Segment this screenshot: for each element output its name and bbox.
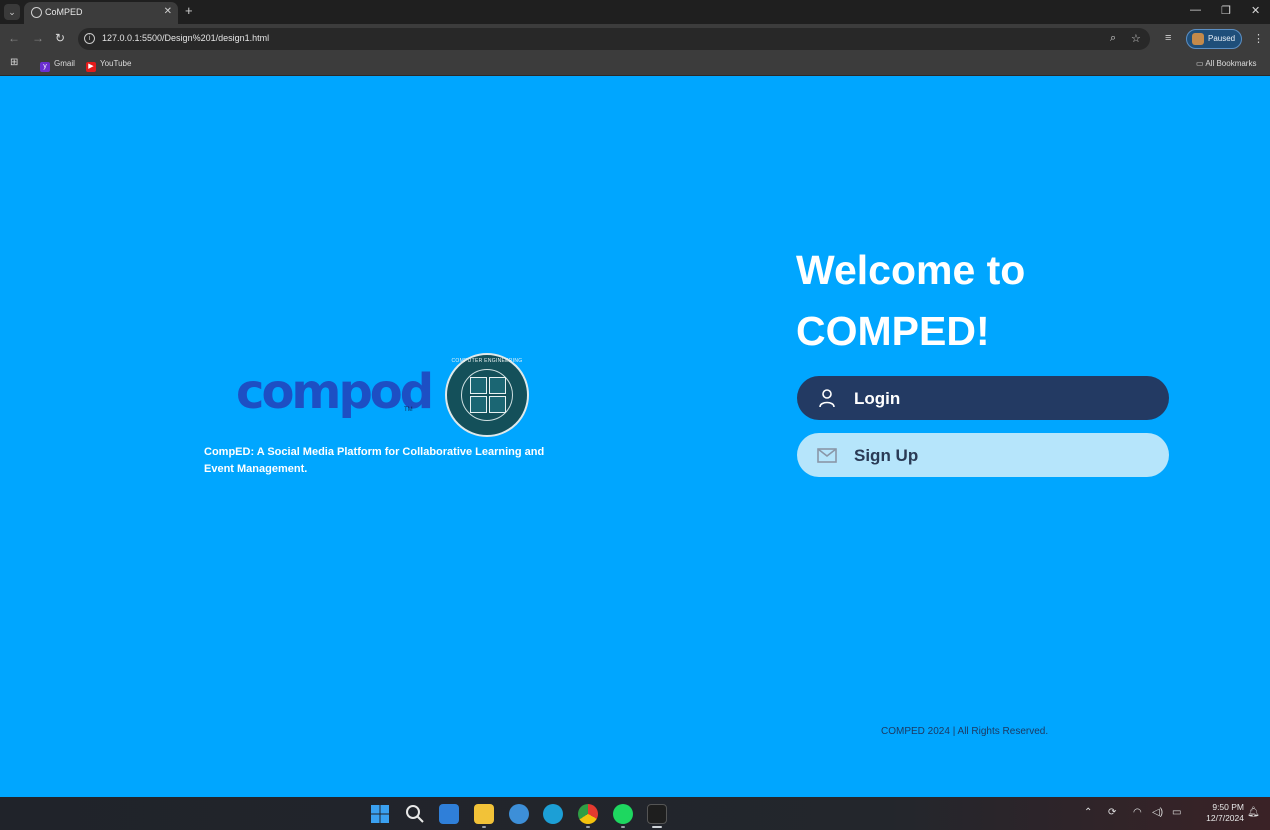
wifi-icon[interactable]: ◠	[1133, 807, 1142, 818]
seal-text: COMPUTER ENGINEERING	[451, 358, 523, 364]
chrome-icon[interactable]	[578, 804, 598, 824]
youtube-icon: ▶	[86, 62, 96, 72]
notification-bell-icon[interactable]: 🔔︎	[1247, 807, 1260, 818]
file-explorer-icon[interactable]	[474, 804, 494, 824]
figma-icon[interactable]	[647, 804, 667, 824]
footer-copyright: COMPED 2024 | All Rights Reserved.	[881, 726, 1049, 737]
profile-status: Paused	[1208, 34, 1236, 43]
bookmark-star-icon[interactable]: ☆	[1131, 32, 1141, 45]
globe-icon	[31, 7, 42, 18]
volume-icon[interactable]: ◁)	[1152, 807, 1163, 818]
running-indicator	[621, 826, 625, 828]
clock-time: 9:50 PM	[1212, 802, 1244, 812]
bookmark-youtube[interactable]: ▶ YouTube	[86, 59, 131, 72]
welcome-line-2: COMPED!	[796, 308, 990, 354]
reload-icon[interactable]: ↻	[55, 31, 65, 45]
comped-logo: compod	[236, 364, 434, 420]
user-icon	[819, 389, 835, 408]
seal-emblem	[470, 377, 506, 413]
menu-icon[interactable]: ⋮	[1253, 32, 1264, 45]
clock-date: 12/7/2024	[1206, 813, 1244, 823]
mail-icon	[817, 448, 837, 463]
system-clock[interactable]: 9:50 PM 12/7/2024	[1192, 802, 1244, 824]
login-button[interactable]: Login	[797, 376, 1169, 420]
university-seal: COMPUTER ENGINEERING	[445, 353, 529, 437]
signup-button[interactable]: Sign Up	[797, 433, 1169, 477]
bookmark-label: Gmail	[54, 59, 75, 68]
tagline: CompED: A Social Media Platform for Coll…	[204, 446, 545, 475]
folder-icon: ▭	[1196, 59, 1204, 68]
site-info-icon[interactable]: i	[84, 33, 95, 44]
signup-label: Sign Up	[854, 446, 919, 465]
edge-icon[interactable]	[543, 804, 563, 824]
taskbar: ⌃ ⟳ ◠ ◁) ▭ 9:50 PM 12/7/2024 🔔︎	[0, 797, 1270, 830]
forward-icon[interactable]: →	[32, 31, 44, 45]
store-icon[interactable]	[439, 804, 459, 824]
all-bookmarks-label: All Bookmarks	[1205, 59, 1257, 68]
avatar	[1192, 33, 1204, 45]
url-text: 127.0.0.1:5500/Design%201/design1.html	[102, 33, 270, 43]
welcome-line-1: Welcome to	[796, 247, 1026, 293]
profile-button[interactable]: Paused	[1186, 29, 1242, 49]
media-control-icon[interactable]: ≡	[1165, 32, 1171, 44]
restore-icon[interactable]: ❐	[1221, 4, 1231, 17]
seal-quadrant	[470, 396, 487, 413]
apps-grid-icon[interactable]: ⊞	[10, 57, 18, 68]
logo-trademark: TM	[404, 407, 413, 413]
welcome-heading: Welcome to COMPED!	[796, 240, 1216, 362]
spotify-icon[interactable]	[613, 804, 633, 824]
tab-title: CoMPED	[45, 7, 83, 17]
active-indicator	[652, 826, 662, 828]
all-bookmarks[interactable]: ▭ All Bookmarks	[1196, 59, 1256, 68]
sync-icon[interactable]: ⟳	[1108, 807, 1116, 818]
close-tab-icon[interactable]: ✕	[164, 6, 172, 17]
close-window-icon[interactable]: ✕	[1251, 4, 1260, 17]
running-indicator	[482, 826, 486, 828]
browser-tab[interactable]: CoMPED ✕	[24, 2, 178, 24]
running-indicator	[586, 826, 590, 828]
bookmarks-bar: ⊞ y Gmail ▶ YouTube ▭ All Bookmarks	[0, 54, 1270, 76]
login-label: Login	[854, 389, 901, 408]
seal-quadrant	[489, 396, 506, 413]
battery-icon[interactable]: ▭	[1172, 807, 1181, 818]
chevron-up-icon[interactable]: ⌃	[1084, 807, 1092, 818]
gmail-icon: y	[40, 62, 50, 72]
browser-toolbar: ← → ↻ i 127.0.0.1:5500/Design%201/design…	[0, 24, 1270, 54]
new-tab-icon[interactable]: +	[185, 3, 193, 18]
bookmark-label: YouTube	[100, 59, 132, 68]
bookmark-gmail[interactable]: y Gmail	[40, 59, 75, 72]
start-icon[interactable]	[370, 804, 390, 824]
minimize-icon[interactable]: —	[1190, 4, 1201, 16]
zoom-icon[interactable]: ⌕	[1110, 32, 1116, 45]
help-icon[interactable]	[509, 804, 529, 824]
landing-page: compod TM COMPUTER ENGINEERING CompED: A…	[0, 77, 1270, 797]
address-bar[interactable]: i 127.0.0.1:5500/Design%201/design1.html…	[78, 28, 1150, 50]
seal-quadrant	[489, 377, 506, 394]
search-icon[interactable]	[405, 804, 425, 824]
back-icon[interactable]: ←	[8, 31, 20, 45]
tab-search-icon[interactable]: ⌄	[4, 4, 20, 20]
browser-tab-bar: ⌄ CoMPED ✕ + — ❐ ✕	[0, 0, 1270, 24]
seal-quadrant	[470, 377, 487, 394]
